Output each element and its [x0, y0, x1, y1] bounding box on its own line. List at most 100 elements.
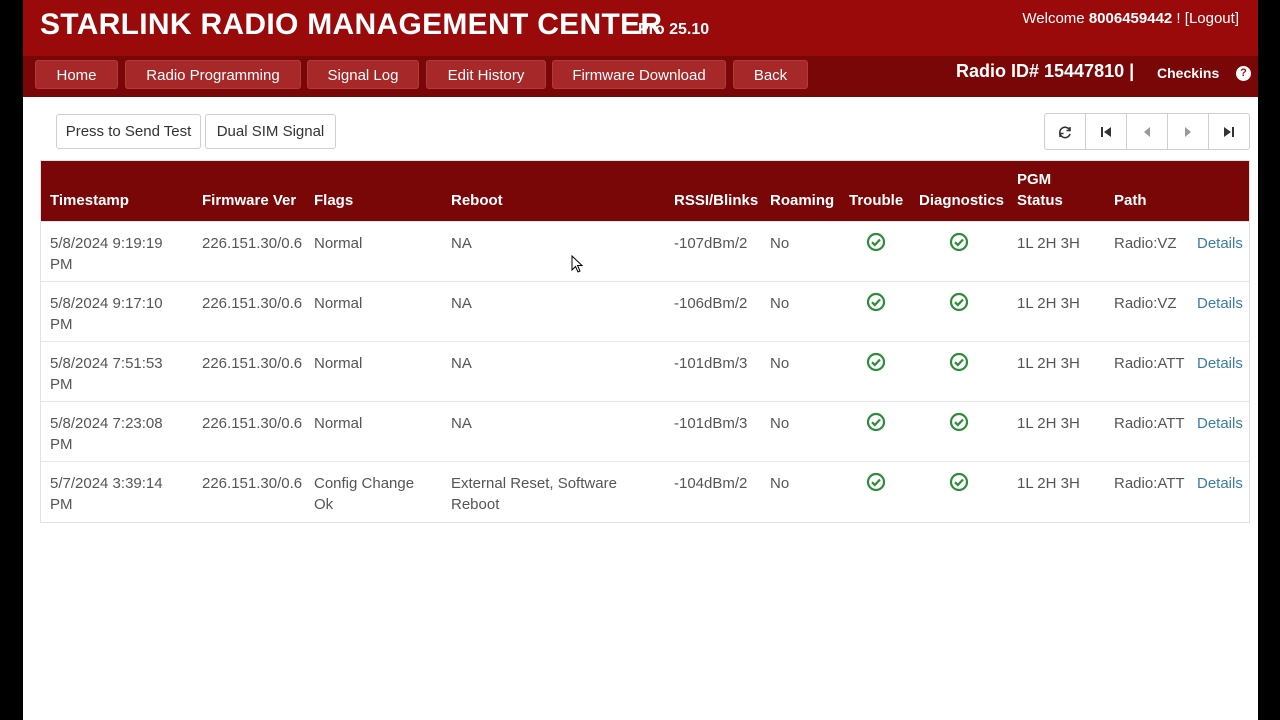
mouse-cursor-icon [571, 255, 584, 273]
cell-timestamp-line2: PM [50, 316, 73, 333]
trouble-ok-icon [866, 352, 886, 377]
table-row: 5/7/2024 3:39:14 PM 226.151.30/0.6 Config C… [41, 461, 1249, 521]
app-title: STARLINK RADIO MANAGEMENT CENTER [40, 8, 663, 41]
cell-reboot-line1: NA [451, 235, 472, 252]
cell-rssi: -106dBm/2 [674, 295, 748, 312]
cell-rssi: -104dBm/2 [674, 475, 748, 492]
cell-flags: Normal [314, 413, 362, 434]
help-icon[interactable]: ? [1236, 66, 1251, 81]
next-page-icon[interactable] [1168, 114, 1209, 149]
col-reboot[interactable]: Reboot [451, 161, 503, 221]
header: STARLINK RADIO MANAGEMENT CENTER Pro 25.… [23, 0, 1258, 97]
checkins-link[interactable]: Checkins [1157, 65, 1219, 81]
welcome-close: ] [1234, 10, 1239, 27]
cell-roaming: No [770, 355, 790, 372]
cell-roaming: No [770, 295, 790, 312]
cell-reboot-line1: External Reset, Software [451, 475, 617, 492]
details-link[interactable]: Details [1197, 473, 1243, 494]
cell-timestamp: 5/8/2024 9:17:10 PM [50, 293, 163, 335]
cell-pgm-status: 1L 2H 3H [1017, 415, 1080, 432]
details-link[interactable]: Details [1197, 353, 1243, 374]
cell-flags-line2: Ok [314, 496, 334, 513]
cell-firmware: 226.151.30/0.6 [202, 415, 303, 432]
nav-back[interactable]: Back [733, 60, 808, 89]
diagnostics-ok-icon [949, 472, 969, 497]
signal-log-table: Timestamp Firmware Ver Flags Reboot RSSI… [40, 160, 1250, 523]
cell-roaming: No [770, 235, 790, 252]
cell-reboot: NA [451, 413, 472, 434]
cell-reboot-line1: NA [451, 355, 472, 372]
last-page-icon[interactable] [1209, 114, 1249, 149]
nav-home[interactable]: Home [35, 60, 118, 89]
table-row: 5/8/2024 9:19:19 PM 226.151.30/0.6 Normal NA… [41, 221, 1249, 281]
nav-radio-programming[interactable]: Radio Programming [125, 60, 301, 89]
cell-timestamp-line2: PM [50, 496, 73, 513]
diagnostics-ok-icon [949, 292, 969, 317]
cell-pgm-status: 1L 2H 3H [1017, 355, 1080, 372]
cell-rssi: -101dBm/3 [674, 355, 748, 372]
cell-timestamp-line1: 5/8/2024 7:23:08 [50, 415, 163, 432]
table-row: 5/8/2024 7:51:53 PM 226.151.30/0.6 Normal NA… [41, 341, 1249, 401]
welcome-text: Welcome 8006459442 ! [Logout] [1022, 10, 1239, 27]
cell-firmware: 226.151.30/0.6 [202, 355, 303, 372]
refresh-icon[interactable] [1045, 114, 1086, 149]
diagnostics-ok-icon [949, 352, 969, 377]
cell-firmware: 226.151.30/0.6 [202, 235, 303, 252]
welcome-label: Welcome [1022, 10, 1085, 27]
first-page-icon[interactable] [1086, 114, 1127, 149]
app-version: Pro 25.10 [638, 21, 710, 38]
cell-timestamp-line1: 5/8/2024 9:17:10 [50, 295, 163, 312]
nav-edit-history[interactable]: Edit History [426, 60, 546, 89]
prev-page-icon[interactable] [1127, 114, 1168, 149]
details-link[interactable]: Details [1197, 233, 1243, 254]
send-test-button[interactable]: Press to Send Test [56, 114, 201, 149]
col-diagnostics[interactable]: Diagnostics [919, 161, 1004, 221]
cell-path: Radio:VZ [1114, 295, 1177, 312]
cell-timestamp-line1: 5/7/2024 3:39:14 [50, 475, 163, 492]
cell-reboot: NA [451, 233, 472, 254]
details-link[interactable]: Details [1197, 413, 1243, 434]
col-firmware[interactable]: Firmware Ver [202, 161, 296, 221]
col-path[interactable]: Path [1114, 161, 1147, 221]
col-rssi[interactable]: RSSI/Blinks [674, 161, 758, 221]
col-trouble[interactable]: Trouble [849, 161, 903, 221]
welcome-sep: ! [ [1172, 10, 1189, 27]
cell-firmware: 226.151.30/0.6 [202, 295, 303, 312]
trouble-ok-icon [866, 232, 886, 257]
logout-link[interactable]: Logout [1189, 10, 1235, 27]
col-roaming[interactable]: Roaming [770, 161, 834, 221]
cell-timestamp-line1: 5/8/2024 7:51:53 [50, 355, 163, 372]
trouble-ok-icon [866, 412, 886, 437]
details-link[interactable]: Details [1197, 293, 1243, 314]
col-timestamp[interactable]: Timestamp [50, 161, 129, 221]
cell-pgm-status: 1L 2H 3H [1017, 475, 1080, 492]
pager [1044, 113, 1250, 150]
col-flags[interactable]: Flags [314, 161, 353, 221]
cell-roaming: No [770, 475, 790, 492]
dual-sim-button[interactable]: Dual SIM Signal [205, 114, 336, 149]
diagnostics-ok-icon [949, 232, 969, 257]
cell-reboot-line2: Reboot [451, 496, 500, 513]
cell-flags-line1: Config Change [314, 475, 415, 492]
cell-timestamp-line2: PM [50, 376, 73, 393]
cell-flags: Normal [314, 293, 362, 314]
cell-flags-line1: Normal [314, 295, 363, 312]
cell-reboot: External Reset, Software Reboot [451, 473, 617, 515]
nav-signal-log[interactable]: Signal Log [307, 60, 419, 89]
col-pgm-status[interactable]: PGM Status [1017, 161, 1087, 221]
trouble-ok-icon [866, 292, 886, 317]
cell-flags-line1: Normal [314, 355, 363, 372]
user-id: 8006459442 [1088, 10, 1173, 27]
cell-pgm-status: 1L 2H 3H [1017, 235, 1080, 252]
cell-timestamp-line1: 5/8/2024 9:19:19 [50, 235, 163, 252]
cell-flags-line1: Normal [314, 235, 363, 252]
cell-rssi: -107dBm/2 [674, 235, 748, 252]
table-header: Timestamp Firmware Ver Flags Reboot RSSI… [41, 161, 1249, 221]
cell-reboot-line1: NA [451, 295, 472, 312]
cell-roaming: No [770, 415, 790, 432]
table-row: 5/8/2024 9:17:10 PM 226.151.30/0.6 Normal NA… [41, 281, 1249, 341]
cell-timestamp: 5/8/2024 7:23:08 PM [50, 413, 163, 455]
nav-firmware-download[interactable]: Firmware Download [552, 60, 726, 89]
cell-path: Radio:ATT [1114, 475, 1185, 492]
cell-flags: Normal [314, 233, 362, 254]
